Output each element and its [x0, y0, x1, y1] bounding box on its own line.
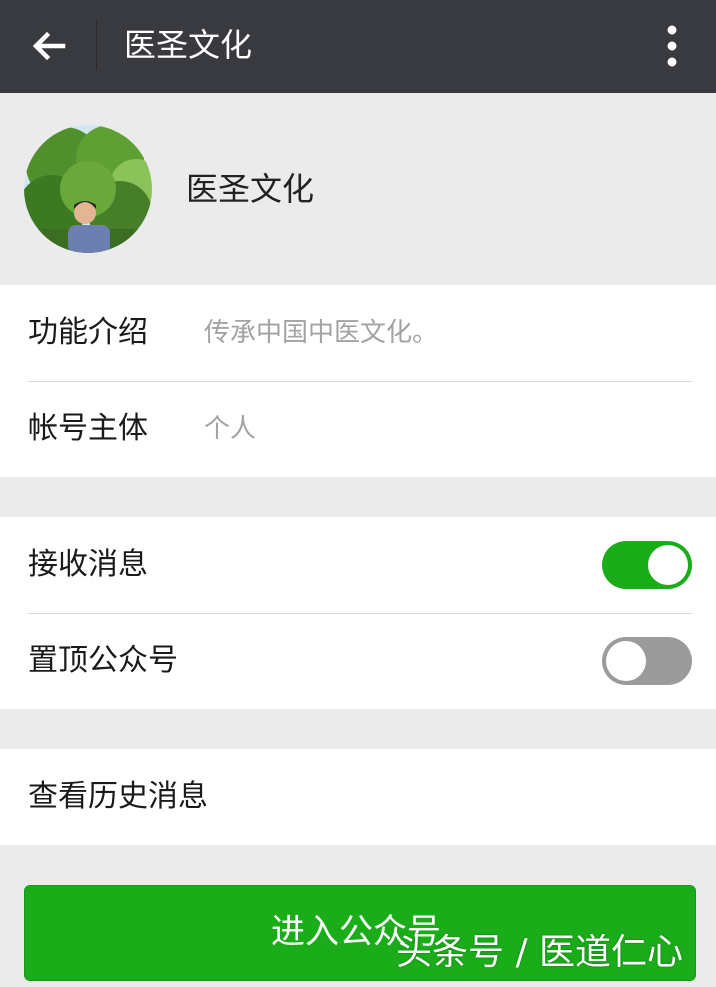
view-history-row[interactable]: 查看历史消息 — [0, 749, 716, 845]
avatar[interactable] — [24, 125, 152, 253]
receive-messages-toggle[interactable] — [602, 541, 692, 589]
top-bar: 医圣文化 — [0, 0, 716, 93]
row-value: 个人 — [204, 414, 257, 444]
avatar-photo — [24, 125, 152, 253]
watermark-text: 头条号 / 医道仁心 — [396, 932, 684, 973]
function-intro-row: 功能介绍 传承中国中医文化。 — [0, 285, 716, 381]
more-vertical-icon — [667, 25, 677, 67]
row-label: 功能介绍 — [28, 315, 148, 350]
info-section: 功能介绍 传承中国中医文化。 帐号主体 个人 — [0, 285, 716, 477]
more-button[interactable] — [646, 14, 698, 78]
account-owner-row: 帐号主体 个人 — [0, 381, 716, 477]
profile-section: 医圣文化 — [0, 93, 716, 285]
arrow-left-icon — [32, 31, 66, 61]
back-button[interactable] — [14, 14, 84, 78]
toggle-knob — [606, 641, 646, 681]
receive-messages-row: 接收消息 — [0, 517, 716, 613]
row-label: 接收消息 — [28, 547, 148, 582]
toggle-knob — [648, 545, 688, 585]
page-title: 医圣文化 — [124, 26, 253, 64]
history-section: 查看历史消息 — [0, 749, 716, 845]
row-label: 查看历史消息 — [28, 779, 208, 814]
header-divider — [96, 20, 97, 70]
row-label: 帐号主体 — [28, 411, 148, 446]
settings-section: 接收消息 置顶公众号 — [0, 517, 716, 709]
pin-account-row: 置顶公众号 — [0, 613, 716, 709]
row-value: 传承中国中医文化。 — [204, 318, 439, 348]
row-label: 置顶公众号 — [28, 643, 178, 678]
account-name: 医圣文化 — [186, 170, 315, 208]
pin-account-toggle[interactable] — [602, 637, 692, 685]
